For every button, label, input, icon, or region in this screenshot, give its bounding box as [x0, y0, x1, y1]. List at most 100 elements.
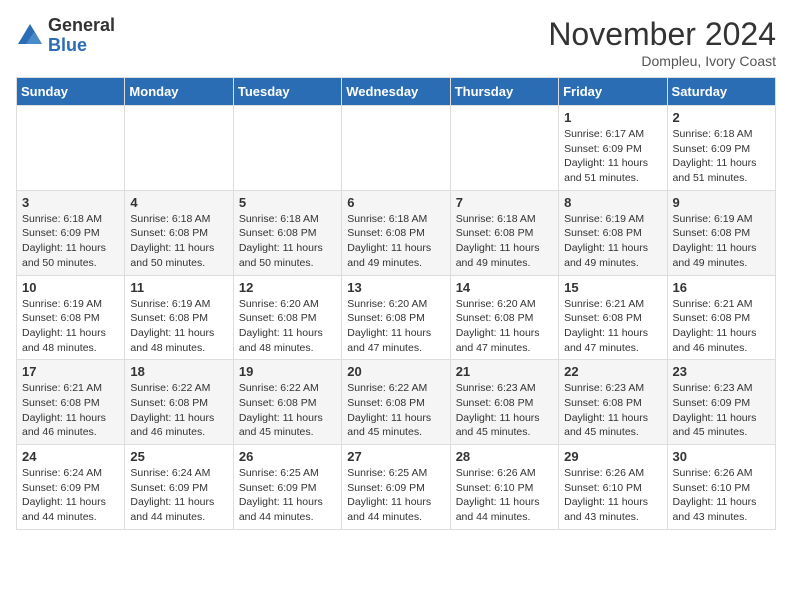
calendar-cell-w4-d6: 23 Sunrise: 6:23 AMSunset: 6:09 PMDayligh… [667, 360, 775, 445]
day-number: 17 [22, 364, 119, 379]
logo-general: General [48, 16, 115, 36]
day-info: Sunrise: 6:23 AMSunset: 6:08 PMDaylight:… [456, 381, 553, 440]
calendar-cell-w5-d3: 27 Sunrise: 6:25 AMSunset: 6:09 PMDayligh… [342, 445, 450, 530]
calendar-body: 1 Sunrise: 6:17 AMSunset: 6:09 PMDaylight… [17, 106, 776, 530]
calendar-cell-w5-d2: 26 Sunrise: 6:25 AMSunset: 6:09 PMDayligh… [233, 445, 341, 530]
location-subtitle: Dompleu, Ivory Coast [548, 53, 776, 69]
calendar-cell-w2-d6: 9 Sunrise: 6:19 AMSunset: 6:08 PMDaylight… [667, 190, 775, 275]
day-number: 30 [673, 449, 770, 464]
day-number: 22 [564, 364, 661, 379]
calendar-cell-w1-d3 [342, 106, 450, 191]
calendar-cell-w1-d1 [125, 106, 233, 191]
calendar-cell-w2-d2: 5Sunrise: 6:18 AMSunset: 6:08 PMDaylight… [233, 190, 341, 275]
day-number: 21 [456, 364, 553, 379]
day-info: Sunrise: 6:20 AMSunset: 6:08 PMDaylight:… [239, 297, 336, 356]
calendar-cell-w2-d4: 7Sunrise: 6:18 AMSunset: 6:08 PMDaylight… [450, 190, 558, 275]
day-number: 5 [239, 195, 336, 210]
logo-icon [16, 22, 44, 50]
day-info: Sunrise: 6:24 AMSunset: 6:09 PMDaylight:… [130, 466, 227, 525]
day-number: 24 [22, 449, 119, 464]
logo-blue: Blue [48, 36, 115, 56]
day-number: 16 [673, 280, 770, 295]
month-title: November 2024 [548, 16, 776, 53]
week-row-1: 1 Sunrise: 6:17 AMSunset: 6:09 PMDaylight… [17, 106, 776, 191]
day-info: Sunrise: 6:18 AMSunset: 6:09 PMDaylight:… [22, 212, 119, 271]
calendar-cell-w4-d0: 17 Sunrise: 6:21 AMSunset: 6:08 PMDayligh… [17, 360, 125, 445]
calendar-cell-w4-d4: 21 Sunrise: 6:23 AMSunset: 6:08 PMDayligh… [450, 360, 558, 445]
day-number: 23 [673, 364, 770, 379]
day-info: Sunrise: 6:26 AMSunset: 6:10 PMDaylight:… [673, 466, 770, 525]
page-header: General Blue November 2024 Dompleu, Ivor… [16, 16, 776, 69]
calendar-cell-w1-d6: 2 Sunrise: 6:18 AMSunset: 6:09 PMDaylight… [667, 106, 775, 191]
day-number: 29 [564, 449, 661, 464]
calendar-cell-w4-d2: 19 Sunrise: 6:22 AMSunset: 6:08 PMDayligh… [233, 360, 341, 445]
calendar-cell-w2-d3: 6 Sunrise: 6:18 AMSunset: 6:08 PMDaylight… [342, 190, 450, 275]
day-info: Sunrise: 6:18 AMSunset: 6:08 PMDaylight:… [347, 212, 444, 271]
calendar-cell-w1-d5: 1 Sunrise: 6:17 AMSunset: 6:09 PMDaylight… [559, 106, 667, 191]
week-row-5: 24 Sunrise: 6:24 AMSunset: 6:09 PMDayligh… [17, 445, 776, 530]
day-number: 18 [130, 364, 227, 379]
calendar-cell-w4-d3: 20 Sunrise: 6:22 AMSunset: 6:08 PMDayligh… [342, 360, 450, 445]
calendar-cell-w2-d0: 3Sunrise: 6:18 AMSunset: 6:09 PMDaylight… [17, 190, 125, 275]
calendar-cell-w5-d0: 24 Sunrise: 6:24 AMSunset: 6:09 PMDayligh… [17, 445, 125, 530]
day-info: Sunrise: 6:25 AMSunset: 6:09 PMDaylight:… [239, 466, 336, 525]
day-info: Sunrise: 6:21 AMSunset: 6:08 PMDaylight:… [564, 297, 661, 356]
day-info: Sunrise: 6:22 AMSunset: 6:08 PMDaylight:… [347, 381, 444, 440]
day-info: Sunrise: 6:23 AMSunset: 6:09 PMDaylight:… [673, 381, 770, 440]
calendar-cell-w3-d3: 13 Sunrise: 6:20 AMSunset: 6:08 PMDayligh… [342, 275, 450, 360]
day-number: 27 [347, 449, 444, 464]
day-info: Sunrise: 6:22 AMSunset: 6:08 PMDaylight:… [239, 381, 336, 440]
calendar-cell-w5-d4: 28 Sunrise: 6:26 AMSunset: 6:10 PMDayligh… [450, 445, 558, 530]
day-number: 4 [130, 195, 227, 210]
day-info: Sunrise: 6:25 AMSunset: 6:09 PMDaylight:… [347, 466, 444, 525]
calendar-cell-w1-d2 [233, 106, 341, 191]
day-number: 7 [456, 195, 553, 210]
calendar-cell-w5-d1: 25Sunrise: 6:24 AMSunset: 6:09 PMDayligh… [125, 445, 233, 530]
day-info: Sunrise: 6:22 AMSunset: 6:08 PMDaylight:… [130, 381, 227, 440]
day-info: Sunrise: 6:19 AMSunset: 6:08 PMDaylight:… [564, 212, 661, 271]
day-number: 11 [130, 280, 227, 295]
day-number: 15 [564, 280, 661, 295]
week-row-4: 17 Sunrise: 6:21 AMSunset: 6:08 PMDayligh… [17, 360, 776, 445]
day-number: 8 [564, 195, 661, 210]
day-info: Sunrise: 6:18 AMSunset: 6:09 PMDaylight:… [673, 127, 770, 186]
day-info: Sunrise: 6:23 AMSunset: 6:08 PMDaylight:… [564, 381, 661, 440]
day-info: Sunrise: 6:26 AMSunset: 6:10 PMDaylight:… [564, 466, 661, 525]
col-tuesday: Tuesday [233, 78, 341, 106]
day-number: 14 [456, 280, 553, 295]
calendar-table: Sunday Monday Tuesday Wednesday Thursday… [16, 77, 776, 530]
calendar-header: Sunday Monday Tuesday Wednesday Thursday… [17, 78, 776, 106]
day-info: Sunrise: 6:18 AMSunset: 6:08 PMDaylight:… [130, 212, 227, 271]
calendar-cell-w5-d6: 30 Sunrise: 6:26 AMSunset: 6:10 PMDayligh… [667, 445, 775, 530]
calendar-cell-w3-d2: 12 Sunrise: 6:20 AMSunset: 6:08 PMDayligh… [233, 275, 341, 360]
day-number: 13 [347, 280, 444, 295]
day-number: 2 [673, 110, 770, 125]
day-number: 20 [347, 364, 444, 379]
col-saturday: Saturday [667, 78, 775, 106]
day-number: 19 [239, 364, 336, 379]
day-number: 6 [347, 195, 444, 210]
day-info: Sunrise: 6:17 AMSunset: 6:09 PMDaylight:… [564, 127, 661, 186]
col-wednesday: Wednesday [342, 78, 450, 106]
day-info: Sunrise: 6:19 AMSunset: 6:08 PMDaylight:… [130, 297, 227, 356]
day-number: 28 [456, 449, 553, 464]
day-info: Sunrise: 6:26 AMSunset: 6:10 PMDaylight:… [456, 466, 553, 525]
week-row-2: 3Sunrise: 6:18 AMSunset: 6:09 PMDaylight… [17, 190, 776, 275]
calendar-cell-w3-d5: 15 Sunrise: 6:21 AMSunset: 6:08 PMDayligh… [559, 275, 667, 360]
day-number: 26 [239, 449, 336, 464]
day-number: 9 [673, 195, 770, 210]
day-info: Sunrise: 6:21 AMSunset: 6:08 PMDaylight:… [22, 381, 119, 440]
logo-text: General Blue [48, 16, 115, 56]
day-number: 12 [239, 280, 336, 295]
day-info: Sunrise: 6:24 AMSunset: 6:09 PMDaylight:… [22, 466, 119, 525]
week-row-3: 10Sunrise: 6:19 AMSunset: 6:08 PMDayligh… [17, 275, 776, 360]
col-monday: Monday [125, 78, 233, 106]
day-info: Sunrise: 6:19 AMSunset: 6:08 PMDaylight:… [673, 212, 770, 271]
title-block: November 2024 Dompleu, Ivory Coast [548, 16, 776, 69]
logo: General Blue [16, 16, 115, 56]
day-info: Sunrise: 6:20 AMSunset: 6:08 PMDaylight:… [347, 297, 444, 356]
calendar-cell-w1-d0 [17, 106, 125, 191]
day-info: Sunrise: 6:19 AMSunset: 6:08 PMDaylight:… [22, 297, 119, 356]
calendar-cell-w4-d1: 18 Sunrise: 6:22 AMSunset: 6:08 PMDayligh… [125, 360, 233, 445]
day-number: 1 [564, 110, 661, 125]
